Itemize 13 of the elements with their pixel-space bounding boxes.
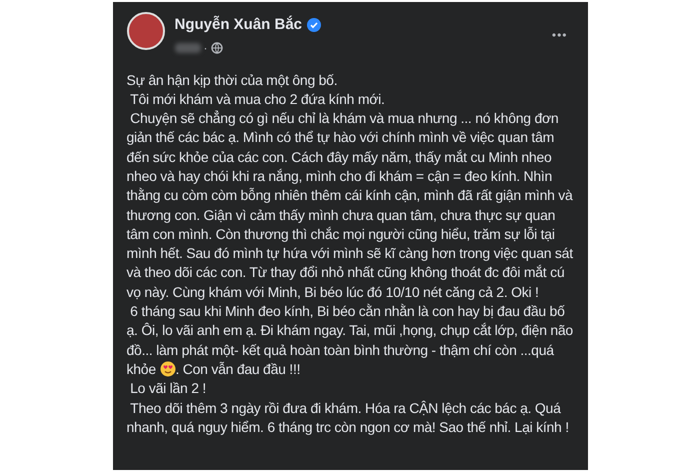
avatar[interactable] xyxy=(126,12,164,50)
post-paragraph: Theo dõi thêm 3 ngày rồi đưa đi khám. Hóa ra CẬN lệch các bác ạ. Quá nhanh, quá nguy hiểm. 6 tháng trc còn ngon cơ mà! Sao thế nhỉ. Lại kính ! xyxy=(126,400,569,435)
more-options-button[interactable]: ••• xyxy=(552,26,568,44)
post-paragraph: Lo vãi lần 2 ! xyxy=(129,380,206,396)
author-name[interactable]: Nguyễn Xuân Bắc xyxy=(174,14,302,36)
post-paragraph: Chuyện sẽ chẳng có gì nếu chỉ là khám và mua nhưng ... nó không đơn giản thế các bác ạ. Mình có thể tự hào với chính mình về việc quan tâm đến sức khỏe của các con. Cách đây mấy năm, thấy mắt cu Minh nheo nheo và hay chói khi ra nắng, mình cho đi khám = cận = đeo kính. Nhìn thằng cu còm còm bỗng nhiên thêm cái kính cận, mình đã rất giận mình và thương con. Giận vì cảm thấy mình chưa quan tâm, chưa thực sự quan tâm con mình. Còn thương thì chắc mọi người cũng hiểu, trăm sự lỗi tại mình hết. Sau đó mình tự hứa với mình sẽ kĩ càng hơn trong việc quan sát và theo dõi các con. Từ thay đổi nhỏ nhất cũng không thoát đc đôi mắt cú vọ này. Cùng khám với Minh, Bi béo lúc đó 10/10 nét căng cả 2. Oki ! xyxy=(126,110,574,300)
blurred-block xyxy=(174,42,200,52)
post-paragraph: Tôi mới khám và mua cho 2 đứa kính mới. xyxy=(129,90,385,107)
globe-icon xyxy=(210,42,222,54)
post-paragraph: Sự ân hận kịp thời của một ông bố. xyxy=(126,72,338,88)
post-paragraph: 6 tháng sau khi Minh đeo kính, Bi béo cằn nhằn là con hay bị đau đầu bố ạ. Ôi, lo vãi anh em ạ. Đi khám ngay. Tai, mũi ,họng, chụp cắt lớp, điện não đồ... làm phát một- kết quả hoàn toàn bình thường - thậm chí còn ...quá khỏe . Con vẫn đau đầu !!! xyxy=(126,302,574,379)
heart-eyes-face-icon xyxy=(160,360,176,377)
separator: · xyxy=(204,40,208,56)
